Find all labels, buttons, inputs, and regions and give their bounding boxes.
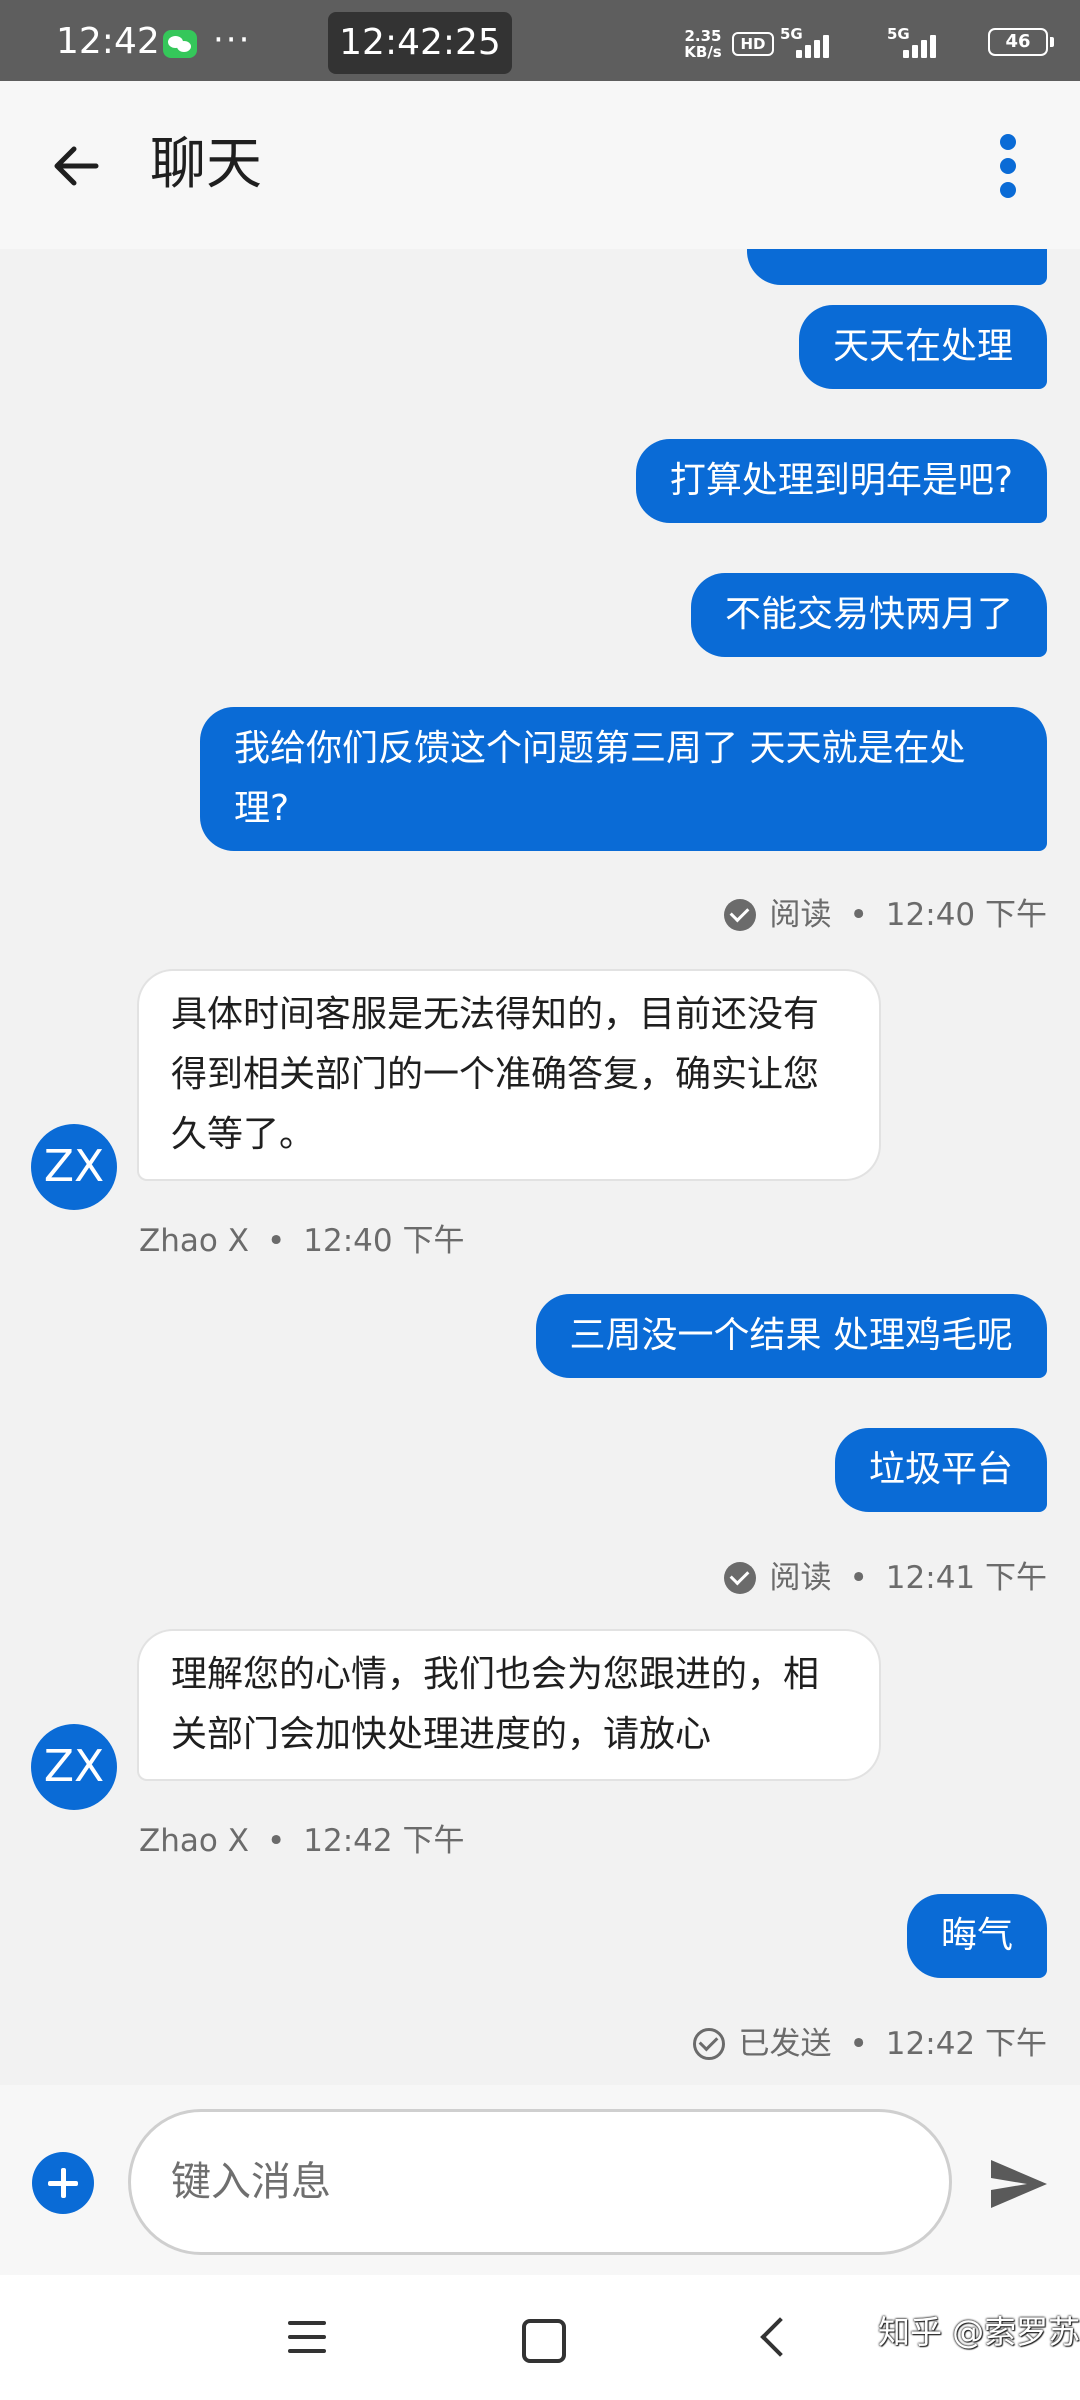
send-button[interactable]: [985, 2150, 1053, 2218]
signal-icon: 5G: [780, 26, 840, 60]
status-label: 阅读: [769, 897, 832, 933]
message-bubble-outgoing[interactable]: 垃圾平台: [834, 1428, 1047, 1512]
message-text: 垃圾平台: [868, 1449, 1013, 1490]
read-check-icon: [723, 1562, 756, 1594]
more-options-button[interactable]: [975, 126, 1039, 206]
status-label: 已发送: [738, 2026, 832, 2062]
more-notifications-icon: ···: [213, 20, 252, 60]
message-bubble-outgoing[interactable]: 天天在处理: [798, 305, 1047, 389]
message-text: 晦气: [940, 1915, 1013, 1956]
message-status: 阅读 • 12:40 下午: [723, 895, 1047, 935]
composer-bar: [0, 2085, 1080, 2275]
message-bubble-incoming[interactable]: 理解您的心情，我们也会为您跟进的，相关部门会加快处理进度的，请放心: [139, 1631, 879, 1779]
separator-dot: •: [849, 1560, 868, 1596]
message-bubble-incoming[interactable]: 具体时间客服是无法得知的，目前还没有得到相关部门的一个准确答复，确实让您久等了。: [139, 971, 879, 1179]
network-speed-unit: KB/s: [684, 43, 722, 61]
hd-icon: HD: [732, 32, 774, 56]
send-icon: [991, 2160, 1047, 2208]
message-time: 12:40 下午: [885, 897, 1047, 933]
separator-dot: •: [849, 2026, 868, 2062]
page-title: 聊天: [150, 132, 262, 197]
battery-icon: 46: [988, 28, 1054, 56]
signal-icon: 5G: [887, 26, 947, 60]
message-list[interactable]: 天天在处理 打算处理到明年是吧? 不能交易快两月了 我给你们反馈这个问题第三周了…: [0, 249, 1080, 2085]
menu-icon[interactable]: [272, 2305, 342, 2369]
network-speed-value: 2.35: [684, 27, 722, 45]
back-chevron-icon[interactable]: [738, 2305, 808, 2369]
message-text: 理解您的心情，我们也会为您跟进的，相关部门会加快处理进度的，请放心: [171, 1654, 820, 1755]
message-time: 12:41 下午: [885, 1560, 1047, 1596]
separator-dot: •: [266, 1223, 286, 1259]
message-bubble-outgoing[interactable]: 打算处理到明年是吧?: [635, 439, 1047, 523]
avatar[interactable]: ZX: [31, 1724, 117, 1810]
message-bubble-partial[interactable]: [747, 249, 1047, 285]
message-sender-info: Zhao X • 12:40 下午: [139, 1221, 464, 1261]
plus-circle-icon[interactable]: [32, 2152, 94, 2214]
message-input[interactable]: [128, 2109, 952, 2255]
network-speed: 2.35 KB/s: [677, 28, 729, 60]
message-text: 天天在处理: [832, 326, 1013, 367]
wechat-icon: [163, 30, 197, 58]
sender-name: Zhao X: [139, 1223, 249, 1259]
message-text: 不能交易快两月了: [724, 594, 1013, 635]
home-square-icon[interactable]: [505, 2305, 575, 2369]
status-bar: 12:42 ··· 12:42:25 2.35 KB/s HD 5G 5G 46: [0, 0, 1080, 81]
message-time: 12:40 下午: [303, 1223, 465, 1259]
message-time: 12:42 下午: [885, 2026, 1047, 2062]
separator-dot: •: [266, 1823, 286, 1859]
sender-name: Zhao X: [139, 1823, 249, 1859]
avatar[interactable]: ZX: [31, 1124, 117, 1210]
clock-overlay-time: 12:42:25: [339, 22, 501, 63]
message-bubble-outgoing[interactable]: 三周没一个结果 处理鸡毛呢: [535, 1294, 1047, 1378]
message-status: 阅读 • 12:41 下午: [723, 1558, 1047, 1598]
message-status: 已发送 • 12:42 下午: [692, 2024, 1047, 2064]
message-text: 具体时间客服是无法得知的，目前还没有得到相关部门的一个准确答复，确实让您久等了。: [171, 994, 820, 1155]
separator-dot: •: [849, 897, 868, 933]
message-text: 打算处理到明年是吧?: [669, 460, 1013, 501]
message-sender-info: Zhao X • 12:42 下午: [139, 1821, 464, 1861]
sent-check-icon: [692, 2028, 725, 2060]
message-time: 12:42 下午: [303, 1823, 465, 1859]
message-bubble-outgoing[interactable]: 晦气: [906, 1894, 1047, 1978]
read-check-icon: [723, 899, 756, 931]
app-bar: 聊天: [0, 81, 1080, 249]
message-text: 三周没一个结果 处理鸡毛呢: [569, 1315, 1013, 1356]
arrow-left-icon: [54, 146, 99, 186]
status-label: 阅读: [769, 1560, 832, 1596]
message-bubble-outgoing[interactable]: 我给你们反馈这个问题第三周了 天天就是在处理?: [200, 707, 1047, 851]
message-bubble-outgoing[interactable]: 不能交易快两月了: [690, 573, 1047, 657]
back-button[interactable]: [36, 126, 116, 206]
status-time: 12:42: [56, 21, 160, 62]
clock-overlay: 12:42:25: [328, 12, 512, 74]
message-text: 我给你们反馈这个问题第三周了 天天就是在处理?: [234, 728, 966, 829]
watermark: 知乎 @索罗苏: [878, 2313, 1080, 2351]
